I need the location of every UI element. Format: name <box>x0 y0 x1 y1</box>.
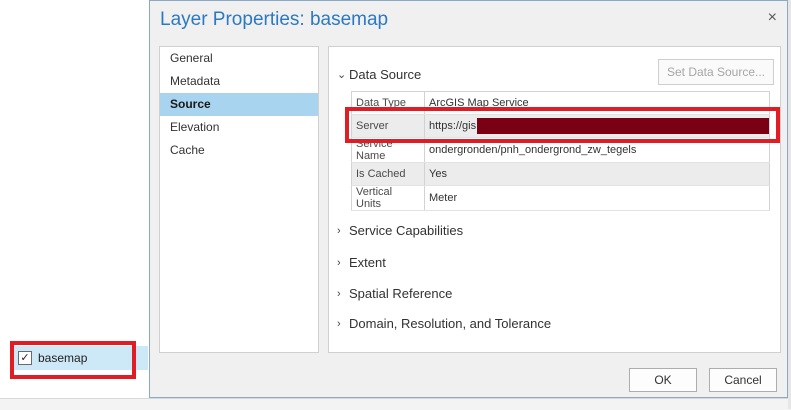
annotation-highlight-layer <box>10 341 136 379</box>
chevron-down-icon: ⌄ <box>337 69 347 81</box>
nav-item-source[interactable]: Source <box>160 93 318 116</box>
chevron-right-icon: › <box>337 287 341 300</box>
table-row: Is Cached Yes <box>351 162 770 186</box>
row-key: Vertical Units <box>351 185 425 211</box>
chevron-right-icon: › <box>337 317 341 330</box>
properties-nav: General Metadata Source Elevation Cache <box>159 46 319 353</box>
section-domain-resolution[interactable]: › Domain, Resolution, and Tolerance <box>337 316 551 331</box>
chevron-right-icon: › <box>337 224 341 237</box>
section-title: Service Capabilities <box>349 223 464 238</box>
nav-item-general[interactable]: General <box>160 47 318 70</box>
properties-content: ⌄ Data Source Set Data Source... Data Ty… <box>328 46 781 353</box>
section-service-capabilities[interactable]: › Service Capabilities <box>337 223 463 238</box>
table-row: Vertical Units Meter <box>351 185 770 211</box>
set-data-source-button[interactable]: Set Data Source... <box>658 59 774 85</box>
nav-item-metadata[interactable]: Metadata <box>160 70 318 93</box>
close-icon[interactable]: × <box>768 9 777 27</box>
chevron-right-icon: › <box>337 256 341 269</box>
section-title: Data Source <box>349 67 422 82</box>
section-spatial-reference[interactable]: › Spatial Reference <box>337 286 452 301</box>
section-extent[interactable]: › Extent <box>337 255 386 270</box>
row-value: Yes <box>424 162 770 186</box>
section-title: Spatial Reference <box>349 286 453 301</box>
nav-item-elevation[interactable]: Elevation <box>160 116 318 139</box>
section-title: Extent <box>349 255 386 270</box>
row-value: Meter <box>424 185 770 211</box>
ok-button[interactable]: OK <box>629 368 697 392</box>
row-key: Is Cached <box>351 162 425 186</box>
dialog-title: Layer Properties: basemap <box>160 9 389 30</box>
status-strip <box>0 398 791 410</box>
section-data-source[interactable]: ⌄ Data Source <box>337 67 421 82</box>
section-title: Domain, Resolution, and Tolerance <box>349 316 552 331</box>
nav-item-cache[interactable]: Cache <box>160 139 318 162</box>
layer-properties-dialog: Layer Properties: basemap × General Meta… <box>149 0 788 398</box>
cancel-button[interactable]: Cancel <box>709 368 777 392</box>
annotation-highlight-server <box>345 107 780 143</box>
